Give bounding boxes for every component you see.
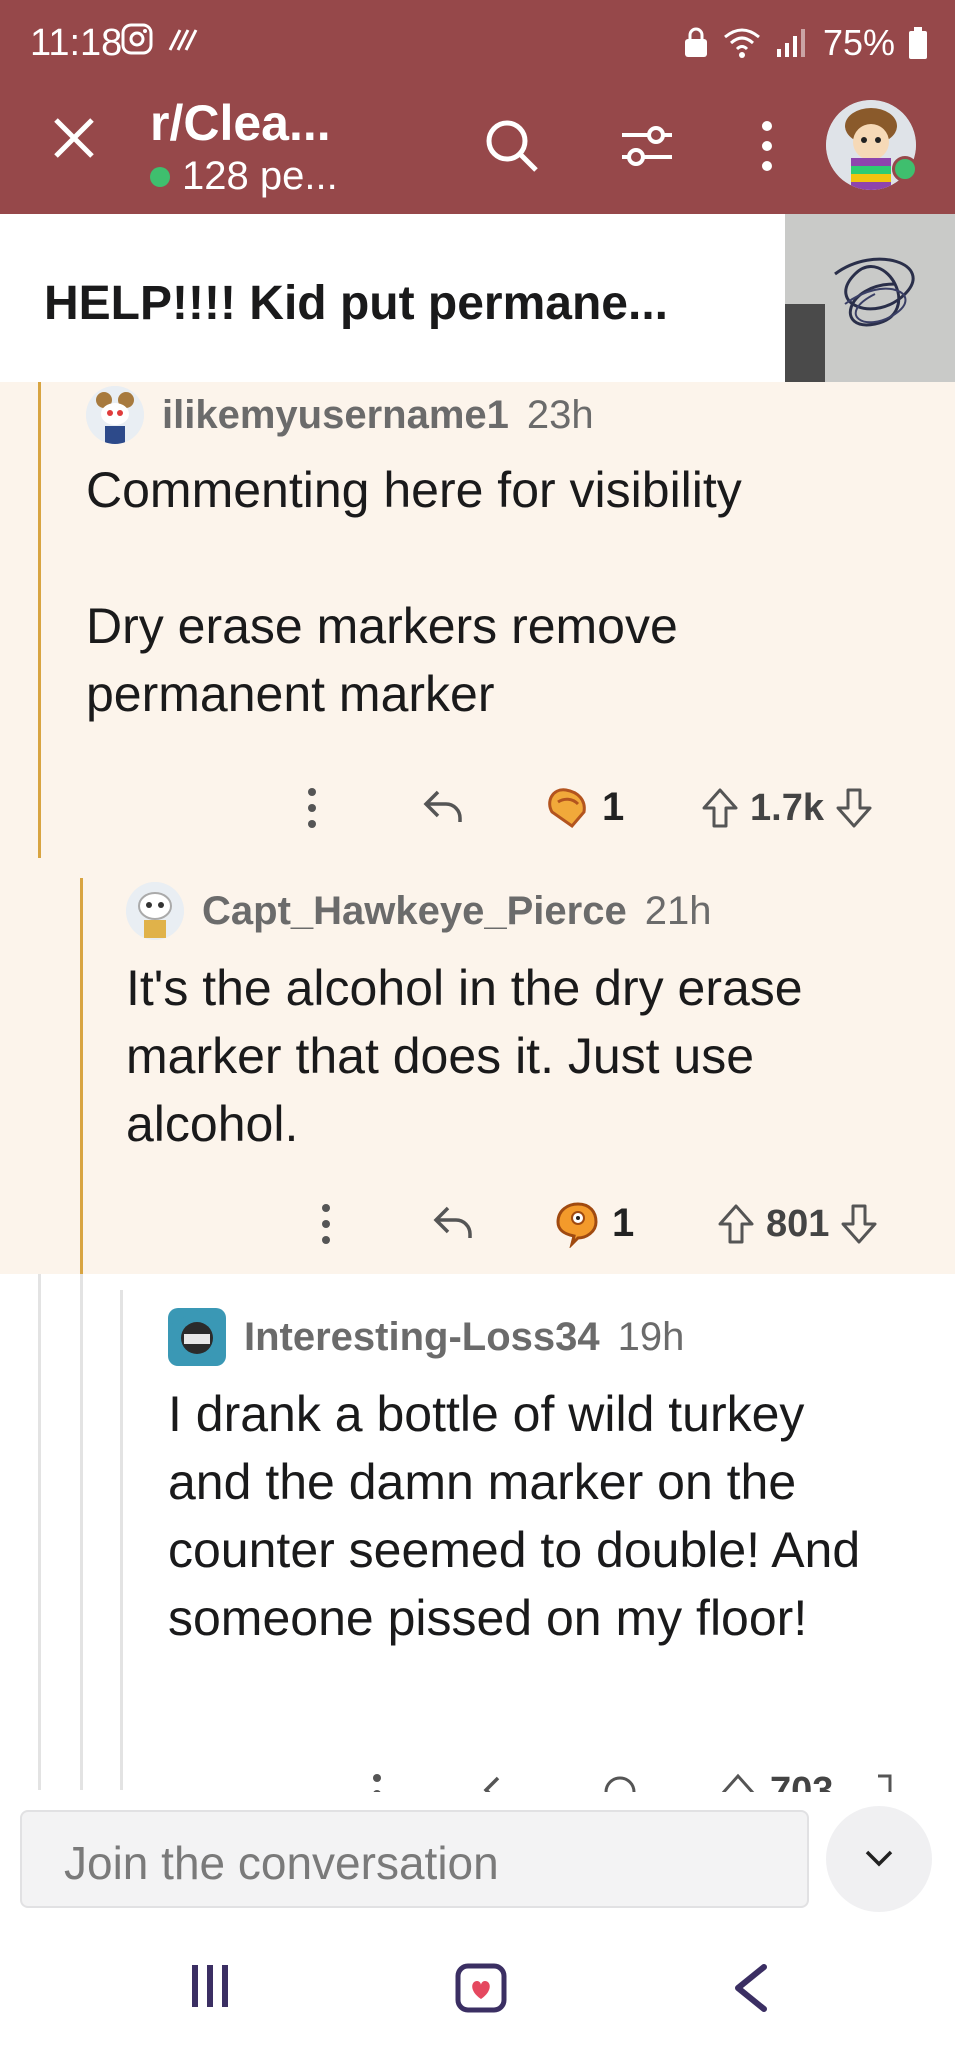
- upvote-icon[interactable]: [718, 1772, 758, 1792]
- comment: Interesting-Loss34 19h I drank a bottle …: [168, 1308, 888, 1652]
- status-time: 11:18: [30, 22, 123, 64]
- status-right: 75%: [683, 22, 927, 64]
- back-icon[interactable]: [730, 1963, 770, 2013]
- downvote-icon[interactable]: [839, 1202, 879, 1246]
- chevron-down-icon: [865, 1850, 893, 1867]
- award-button[interactable]: 1: [552, 1198, 634, 1248]
- comment-username[interactable]: Capt_Hawkeye_Pierce: [202, 889, 627, 934]
- wifi-icon: [723, 28, 760, 58]
- reply-icon[interactable]: [480, 1772, 526, 1792]
- comment-username[interactable]: Interesting-Loss34: [244, 1315, 600, 1360]
- cell-signal-icon: [776, 29, 805, 57]
- app-header: r/Clea... 128 pe...: [0, 86, 955, 214]
- status-left-icons: [120, 22, 202, 56]
- battery-percent: 75%: [822, 22, 895, 63]
- post-thumbnail[interactable]: [785, 214, 955, 382]
- comment-header: Interesting-Loss34 19h: [168, 1308, 888, 1366]
- downvote-icon[interactable]: [864, 1772, 904, 1792]
- more-icon[interactable]: [370, 1772, 384, 1792]
- reply-icon[interactable]: [420, 786, 466, 826]
- post-title-bar[interactable]: HELP!!!! Kid put permane...: [0, 214, 955, 384]
- comment-header: ilikemyusername1 23h: [86, 386, 926, 444]
- comment-body: Commenting here for visibility Dry erase…: [86, 462, 742, 722]
- comment-actions: 1 1.7k: [0, 776, 955, 846]
- award-count: 1: [602, 784, 625, 829]
- online-dot-icon: [150, 166, 170, 187]
- battery-icon: [909, 27, 927, 59]
- online-members: 128 pe...: [150, 154, 338, 199]
- comment-body: I drank a bottle of wild turkey and the …: [168, 1386, 861, 1646]
- avatar-online-indicator: [892, 156, 918, 182]
- more-icon[interactable]: [318, 1202, 334, 1246]
- vote-count: 801: [766, 1202, 830, 1245]
- upvote-icon[interactable]: [700, 786, 740, 830]
- recent-apps-icon[interactable]: [190, 1963, 230, 2009]
- commenter-avatar[interactable]: [126, 882, 184, 940]
- comment: Capt_Hawkeye_Pierce 21h It's the alcohol…: [126, 882, 926, 1158]
- comment-username[interactable]: ilikemyusername1: [162, 393, 509, 438]
- post-title: HELP!!!! Kid put permane...: [44, 277, 668, 330]
- search-icon[interactable]: [482, 116, 542, 176]
- commenter-avatar[interactable]: [168, 1308, 226, 1366]
- home-icon[interactable]: [455, 1963, 507, 2013]
- reply-composer-input[interactable]: Join the conversation: [20, 1810, 809, 1908]
- comment-header: Capt_Hawkeye_Pierce 21h: [126, 882, 926, 940]
- comment-actions: 1 801: [0, 1192, 955, 1262]
- thread-line-level3: [120, 1290, 123, 1790]
- thread-line-level1-continued: [38, 1274, 41, 1790]
- vote-controls: 1.7k: [700, 786, 874, 830]
- downvote-icon[interactable]: [834, 786, 874, 830]
- commenter-avatar[interactable]: [86, 386, 144, 444]
- comment-time: 23h: [526, 392, 594, 437]
- vote-count: 1.7k: [750, 786, 824, 829]
- award-icon: [548, 788, 586, 829]
- status-bar: 11:18 75%: [0, 0, 955, 86]
- comment-time: 19h: [617, 1314, 685, 1359]
- comment-actions-partial: 703: [0, 1768, 955, 1792]
- award-icon[interactable]: [600, 1772, 640, 1792]
- award-button[interactable]: 1: [542, 782, 624, 832]
- comment-time: 21h: [644, 888, 712, 933]
- vote-controls: 801: [716, 1202, 879, 1246]
- lock-icon: [684, 27, 707, 57]
- filter-icon[interactable]: [618, 118, 676, 176]
- snoo-avatar-image: [86, 386, 144, 444]
- upvote-icon[interactable]: [716, 1202, 756, 1246]
- signal-waves-icon: [168, 29, 198, 51]
- scribble-thumbnail-image: [785, 214, 955, 382]
- snoo-avatar-image: [126, 882, 184, 940]
- collapse-button[interactable]: [826, 1806, 932, 1912]
- close-icon[interactable]: [50, 114, 98, 162]
- comment: ilikemyusername1 23h Commenting here for…: [86, 386, 926, 728]
- composer-placeholder: Join the conversation: [64, 1837, 499, 1889]
- award-icon: [556, 1202, 598, 1248]
- subreddit-name[interactable]: r/Clea...: [150, 94, 331, 152]
- instagram-icon: [121, 23, 153, 55]
- system-nav-bar: [0, 1935, 955, 2048]
- vote-count: 703: [770, 1770, 834, 1792]
- snoo-avatar-image: [172, 1310, 222, 1364]
- reply-icon[interactable]: [430, 1202, 476, 1242]
- award-count: 1: [612, 1200, 635, 1245]
- more-icon[interactable]: [304, 786, 320, 830]
- comment-body: It's the alcohol in the dry erase marker…: [126, 960, 803, 1152]
- thread-line-level2-continued: [80, 1274, 83, 1790]
- online-members-label: 128 pe...: [182, 154, 338, 198]
- more-icon[interactable]: [755, 116, 779, 176]
